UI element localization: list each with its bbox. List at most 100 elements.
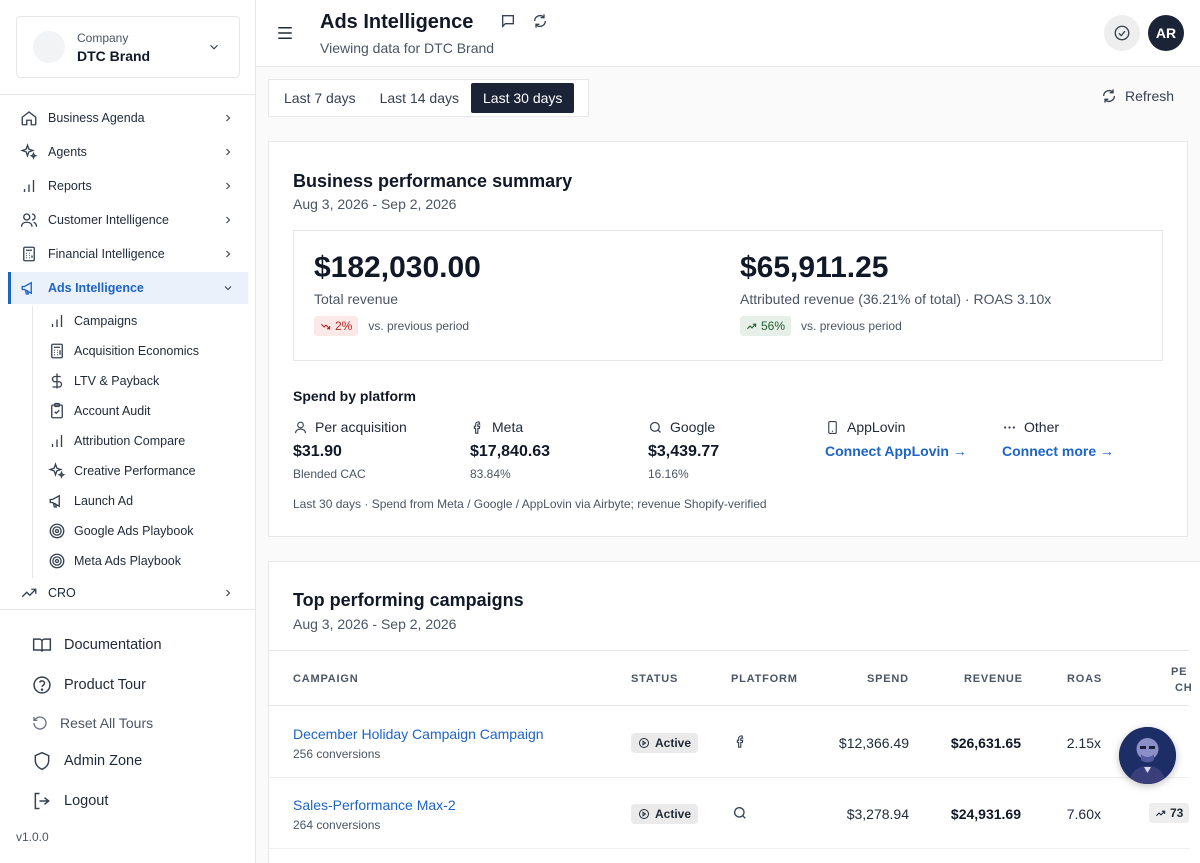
app-version: v1.0.0 bbox=[16, 830, 49, 844]
logout-label: Logout bbox=[64, 793, 109, 809]
assistant-chat-button[interactable] bbox=[1119, 727, 1176, 784]
company-selector[interactable]: Company DTC Brand bbox=[16, 16, 240, 78]
sidebar-subitem-meta-ads-playbook[interactable]: Meta Ads Playbook bbox=[48, 546, 248, 576]
sidebar-item-cro[interactable]: CRO bbox=[8, 577, 248, 609]
attributed-revenue-delta: 56% vs. previous period bbox=[740, 316, 1051, 336]
target-icon bbox=[49, 523, 65, 539]
user-avatar[interactable]: AR bbox=[1148, 15, 1184, 51]
check-circle-icon bbox=[1114, 25, 1130, 41]
sidebar-subitem-campaigns[interactable]: Campaigns bbox=[48, 306, 248, 336]
delta-label: vs. previous period bbox=[368, 319, 470, 333]
kpi-total-revenue: $182,030.00 Total revenue 2% vs. previou… bbox=[314, 251, 481, 336]
sidebar-subitem-creative-performance[interactable]: Creative Performance bbox=[48, 456, 248, 486]
status-label: Active bbox=[655, 736, 692, 750]
sidebar-item-reports[interactable]: Reports bbox=[8, 170, 248, 202]
trending-up-icon bbox=[746, 323, 757, 329]
sidebar-item-ads-intelligence[interactable]: Ads Intelligence bbox=[8, 272, 248, 304]
sidebar: Company DTC Brand Business Agenda Agents… bbox=[0, 0, 256, 863]
campaign-name-link[interactable]: December Holiday Campaign Campaign bbox=[293, 726, 544, 742]
sidebar-subitem-label: Launch Ad bbox=[74, 494, 134, 508]
kpi-box: $182,030.00 Total revenue 2% vs. previou… bbox=[293, 230, 1163, 361]
sidebar-subitem-ltv-payback[interactable]: LTV & Payback bbox=[48, 366, 248, 396]
sidebar-subitem-label: Meta Ads Playbook bbox=[74, 554, 182, 568]
comment-icon[interactable] bbox=[500, 13, 516, 29]
platform-meta: Meta $17,840.63 83.84% bbox=[470, 419, 640, 481]
campaign-name-link[interactable]: Sales-Performance Max-2 bbox=[293, 797, 456, 813]
connect-more-link[interactable]: Connect more → bbox=[1002, 443, 1172, 459]
sidebar-item-label: Financial Intelligence bbox=[48, 247, 165, 261]
sync-icon[interactable] bbox=[532, 13, 548, 29]
product-tour-link[interactable]: Product Tour bbox=[32, 672, 146, 698]
sidebar-item-label: Customer Intelligence bbox=[48, 213, 169, 227]
trending-down-icon bbox=[320, 323, 331, 329]
status-label: Active bbox=[655, 807, 692, 821]
bar-chart-icon bbox=[23, 180, 35, 192]
documentation-link[interactable]: Documentation bbox=[32, 632, 162, 658]
bar-chart-icon bbox=[51, 435, 63, 447]
sidebar-item-customer-intelligence[interactable]: Customer Intelligence bbox=[8, 204, 248, 236]
sidebar-item-business-agenda[interactable]: Business Agenda bbox=[8, 102, 248, 134]
sidebar-subitem-launch-ad[interactable]: Launch Ad bbox=[48, 486, 248, 516]
target-icon bbox=[49, 553, 65, 569]
kpi-attributed-revenue: $65,911.25 Attributed revenue (36.21% of… bbox=[740, 251, 1051, 336]
connect-applovin-link[interactable]: Connect AppLovin → bbox=[825, 443, 995, 459]
sidebar-subitem-attribution-compare[interactable]: Attribution Compare bbox=[48, 426, 248, 456]
sidebar-item-agents[interactable]: Agents bbox=[8, 136, 248, 168]
sidebar-subitem-acquisition-economics[interactable]: Acquisition Economics bbox=[48, 336, 248, 366]
delta-down-badge: 2% bbox=[314, 316, 359, 336]
column-period-change-line2[interactable]: CH bbox=[1175, 682, 1193, 694]
play-circle-icon bbox=[639, 809, 649, 819]
home-icon bbox=[21, 111, 37, 126]
column-revenue[interactable]: REVENUE bbox=[964, 673, 1023, 685]
column-status[interactable]: STATUS bbox=[631, 673, 678, 685]
sparkles-icon bbox=[20, 143, 38, 160]
logout-link[interactable]: Logout bbox=[32, 788, 108, 814]
column-campaign[interactable]: CAMPAIGN bbox=[293, 673, 358, 685]
roas-cell: 2.15x bbox=[1066, 735, 1101, 751]
attributed-revenue-label: Attributed revenue (36.21% of total) · R… bbox=[740, 291, 1052, 307]
more-icon bbox=[1004, 425, 1015, 429]
total-revenue-label: Total revenue bbox=[314, 291, 399, 307]
platform-applovin: AppLovin Connect AppLovin → bbox=[825, 419, 995, 459]
table-row: Sales-Performance Max-2 264 conversions … bbox=[269, 778, 1190, 849]
chevron-right-icon bbox=[226, 148, 231, 156]
range-option-14-days[interactable]: Last 14 days bbox=[368, 83, 471, 113]
sidebar-subitem-account-audit[interactable]: Account Audit bbox=[48, 396, 248, 426]
reset-tours-link[interactable]: Reset All Tours bbox=[32, 710, 153, 736]
hamburger-menu-icon[interactable] bbox=[276, 24, 294, 42]
chevron-down-icon bbox=[224, 286, 232, 291]
refresh-button[interactable]: Refresh bbox=[1101, 88, 1174, 104]
status-cell: Active bbox=[631, 804, 699, 824]
sidebar-subitem-google-ads-playbook[interactable]: Google Ads Playbook bbox=[48, 516, 248, 546]
campaign-cell: December Holiday Campaign Campaign 256 c… bbox=[293, 726, 544, 761]
platform-name: Google bbox=[670, 419, 716, 435]
sidebar-item-financial-intelligence[interactable]: Financial Intelligence bbox=[8, 238, 248, 270]
admin-zone-link[interactable]: Admin Zone bbox=[32, 748, 142, 774]
roas-cell: 7.60x bbox=[1066, 806, 1101, 822]
total-revenue-value: $182,030.00 bbox=[314, 251, 481, 284]
refresh-label: Refresh bbox=[1125, 88, 1175, 104]
dollar-icon bbox=[51, 373, 63, 389]
column-roas[interactable]: ROAS bbox=[1067, 673, 1102, 685]
calculator-icon bbox=[51, 343, 63, 359]
bar-chart-icon bbox=[51, 315, 63, 327]
tasks-button[interactable] bbox=[1104, 15, 1140, 51]
platform-other: Other Connect more → bbox=[1002, 419, 1172, 459]
range-option-30-days[interactable]: Last 30 days bbox=[471, 83, 575, 113]
platform-sub: Blended CAC bbox=[293, 467, 366, 481]
column-platform[interactable]: PLATFORM bbox=[731, 673, 798, 685]
campaigns-table-header: CAMPAIGN STATUS PLATFORM SPEND REVENUE R… bbox=[269, 650, 1192, 706]
delta-up-badge: 56% bbox=[740, 316, 792, 336]
search-icon bbox=[649, 421, 661, 433]
refresh-icon bbox=[1103, 89, 1115, 103]
chevron-right-icon bbox=[226, 250, 231, 258]
submenu-guide-line bbox=[32, 306, 33, 578]
book-icon bbox=[32, 638, 52, 652]
platform-value: $31.90 bbox=[293, 443, 342, 460]
column-spend[interactable]: SPEND bbox=[867, 673, 909, 685]
range-option-7-days[interactable]: Last 7 days bbox=[272, 83, 368, 113]
calculator-icon bbox=[23, 246, 35, 262]
admin-zone-label: Admin Zone bbox=[64, 753, 143, 769]
column-period-change-line1[interactable]: PE bbox=[1171, 666, 1187, 678]
sidebar-subitem-label: Creative Performance bbox=[74, 464, 196, 478]
